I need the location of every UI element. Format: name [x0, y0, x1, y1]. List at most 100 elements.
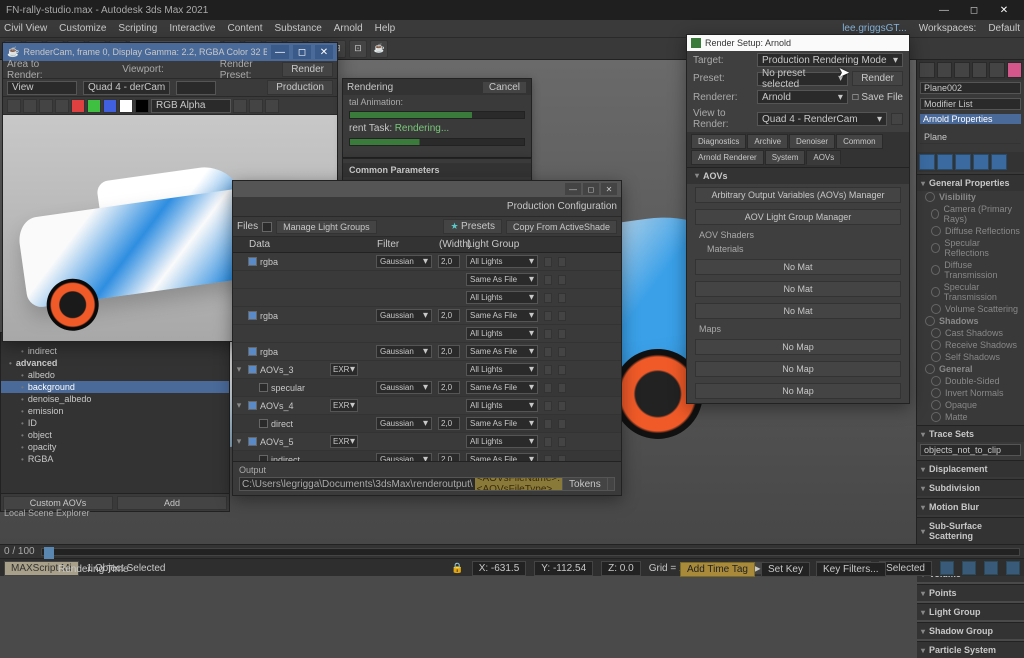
aov-row[interactable]: ▾AOVs_3EXR▾All Lights▾ — [233, 361, 621, 379]
save-file-checkbox[interactable]: ☐ Save File — [852, 92, 903, 103]
nomap-button[interactable]: No Map — [695, 361, 901, 377]
create-tab-icon[interactable] — [919, 62, 935, 78]
tree-item[interactable]: object — [1, 429, 229, 441]
browse-icon[interactable]: ⋯ — [607, 478, 615, 490]
preset-dropdown[interactable] — [176, 81, 216, 95]
tab-common[interactable]: Common — [836, 134, 882, 149]
aov-row[interactable]: rgbaGaussian▾2,0Same As File▾ — [233, 307, 621, 325]
stack-icon[interactable] — [973, 154, 989, 170]
modifier-item[interactable]: Plane — [920, 130, 1021, 144]
menu-item[interactable]: Help — [375, 23, 396, 34]
object-name-field[interactable]: Plane002 — [920, 82, 1021, 94]
stack-icon[interactable] — [937, 154, 953, 170]
nomat-button[interactable]: No Mat — [695, 281, 901, 297]
aov-row[interactable]: ▾AOVs_5EXR▾All Lights▾ — [233, 433, 621, 451]
output-path-field[interactable]: C:\Users\legrigga\Documents\3dsMax\rende… — [239, 477, 615, 491]
tree-item-selected[interactable]: background — [1, 381, 229, 393]
aov-row[interactable]: specularGaussian▾2,0Same As File▾ — [233, 379, 621, 397]
nav-icon[interactable] — [940, 561, 954, 575]
save-icon[interactable] — [7, 99, 21, 113]
aov-row[interactable]: All Lights▾ — [233, 289, 621, 307]
tool-icon[interactable] — [233, 99, 247, 113]
viewport-dropdown[interactable]: Quad 4 - derCam — [83, 81, 170, 95]
tree-item[interactable]: denoise_albedo — [1, 393, 229, 405]
menu-item[interactable]: Substance — [275, 23, 322, 34]
menu-item[interactable]: Interactive — [169, 23, 215, 34]
vis-option[interactable]: Specular Transmission — [917, 281, 1024, 303]
target-dropdown[interactable]: Production Rendering Mode▾ — [757, 53, 903, 67]
key-filters-button[interactable]: Key Filters... — [816, 562, 886, 577]
tab-archive[interactable]: Archive — [747, 134, 788, 149]
aov-row[interactable]: rgbaGaussian▾2,0Same As File▾ — [233, 343, 621, 361]
shadow-option[interactable]: Self Shadows — [917, 351, 1024, 363]
trace-sets-field[interactable]: objects_not_to_clip — [920, 444, 1021, 456]
view-dropdown[interactable]: Quad 4 - RenderCam▾ — [757, 112, 887, 126]
minimize-button[interactable]: — — [930, 2, 958, 18]
tab-arnold[interactable]: Arnold Renderer — [691, 150, 764, 165]
rollout-trace-sets[interactable]: Trace Sets — [917, 425, 1024, 442]
motion-tab-icon[interactable] — [972, 62, 988, 78]
presets-button[interactable]: ★ Presets — [443, 219, 501, 234]
print-icon[interactable] — [39, 99, 53, 113]
user-name[interactable]: lee.griggsGT... — [842, 23, 906, 34]
menu-item[interactable]: Content — [227, 23, 262, 34]
maximize-button[interactable]: ◻ — [583, 183, 599, 195]
add-time-tag[interactable]: Add Time Tag — [680, 562, 755, 577]
nomap-button[interactable]: No Map — [695, 339, 901, 355]
rollout-general-properties[interactable]: General Properties — [917, 174, 1024, 191]
nomat-button[interactable]: No Mat — [695, 303, 901, 319]
copy-activeshade-button[interactable]: Copy From ActiveShade — [506, 220, 617, 234]
aov-row[interactable]: indirectGaussian▾2,0Same As File▾ — [233, 451, 621, 461]
tool-icon[interactable] — [265, 99, 279, 113]
hierarchy-tab-icon[interactable] — [954, 62, 970, 78]
clone-icon[interactable] — [23, 99, 37, 113]
nav-icon[interactable] — [984, 561, 998, 575]
light-group-manager-button[interactable]: AOV Light Group Manager — [695, 209, 901, 225]
stack-icon[interactable] — [955, 154, 971, 170]
channel-dropdown[interactable]: RGB Alpha — [151, 99, 231, 113]
red-channel-icon[interactable] — [71, 99, 85, 113]
tokens-button[interactable]: Tokens — [562, 478, 607, 490]
utilities-tab-icon[interactable] — [1007, 62, 1023, 78]
coord-y[interactable]: Y: -112.54 — [534, 561, 593, 576]
nomat-button[interactable]: No Mat — [695, 259, 901, 275]
modify-tab-icon[interactable] — [937, 62, 953, 78]
vis-option[interactable]: Volume Scattering — [917, 303, 1024, 315]
menu-item[interactable]: Arnold — [334, 23, 363, 34]
clear-icon[interactable] — [55, 99, 69, 113]
tree-item[interactable]: RGBA — [1, 453, 229, 465]
close-button[interactable]: ✕ — [990, 2, 1018, 18]
tab-aovs[interactable]: AOVs — [806, 150, 841, 165]
aov-row[interactable]: All Lights▾ — [233, 325, 621, 343]
mode-dropdown[interactable]: Production — [267, 80, 333, 95]
tree-item[interactable]: ID — [1, 417, 229, 429]
minimize-button[interactable]: — — [271, 45, 289, 59]
cancel-button[interactable]: Cancel — [482, 81, 527, 94]
tree-item[interactable]: indirect — [1, 345, 229, 357]
tree-item[interactable]: emission — [1, 405, 229, 417]
render-button[interactable]: Render — [852, 71, 903, 86]
minimize-button[interactable]: — — [565, 183, 581, 195]
rollout[interactable]: Sub-Surface Scattering — [917, 517, 1024, 544]
gen-option[interactable]: Matte — [917, 411, 1024, 423]
rollout[interactable]: Shadow Group — [917, 622, 1024, 639]
vis-option[interactable]: Diffuse Transmission — [917, 259, 1024, 281]
tab-denoiser[interactable]: Denoiser — [789, 134, 835, 149]
aov-row[interactable]: directGaussian▾2,0Same As File▾ — [233, 415, 621, 433]
aov-row[interactable]: Same As File▾ — [233, 271, 621, 289]
add-button[interactable]: Add — [117, 496, 227, 510]
rollout[interactable]: Points — [917, 584, 1024, 601]
gen-option[interactable]: Opaque — [917, 399, 1024, 411]
menu-item[interactable]: Civil View — [4, 23, 47, 34]
tab-system[interactable]: System — [765, 150, 806, 165]
maximize-button[interactable]: ◻ — [960, 2, 988, 18]
aov-manager-button[interactable]: Arbitrary Output Variables (AOVs) Manage… — [695, 187, 901, 203]
vis-option[interactable]: Specular Reflections — [917, 237, 1024, 259]
shadow-option[interactable]: Cast Shadows — [917, 327, 1024, 339]
mlg-checkbox[interactable] — [262, 222, 272, 232]
tool-icon[interactable] — [249, 99, 263, 113]
gen-option[interactable]: Invert Normals — [917, 387, 1024, 399]
tree-item[interactable]: albedo — [1, 369, 229, 381]
modifier-item-selected[interactable]: Arnold Properties — [920, 114, 1021, 124]
maximize-button[interactable]: ◻ — [293, 45, 311, 59]
